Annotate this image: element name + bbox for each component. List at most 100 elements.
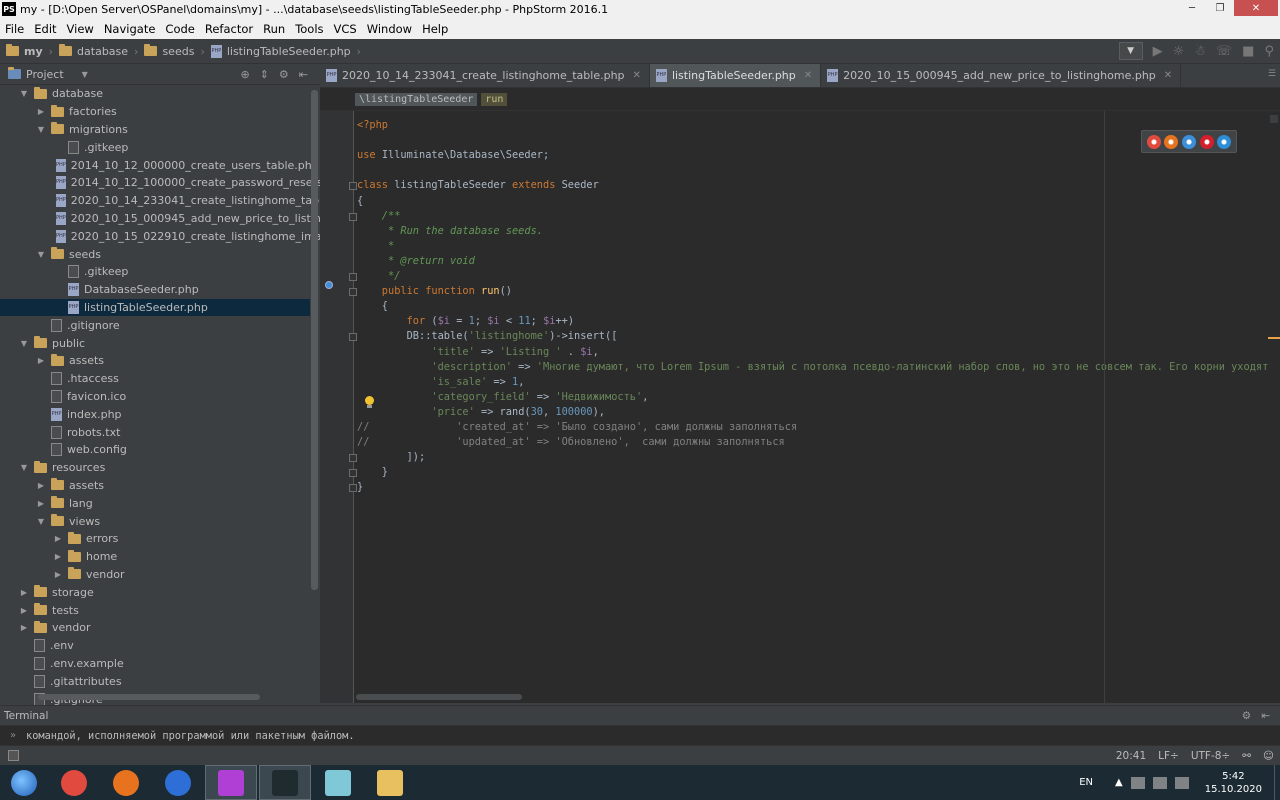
restore-button[interactable]: ❐ [1206,0,1234,16]
tree-horizontal-scrollbar[interactable] [38,694,260,700]
tree-folder-item[interactable]: ▼ views [0,512,310,530]
tree-folder-item[interactable]: ▶ vendor [0,566,310,584]
tree-folder-item[interactable]: ▼ public [0,334,310,352]
tree-file-item[interactable]: web.config [0,441,310,459]
tree-folder-item[interactable]: ▶ assets [0,352,310,370]
collapsed-arrow-icon[interactable]: ▶ [52,534,64,543]
menu-window[interactable]: Window [362,22,417,36]
expanded-arrow-icon[interactable]: ▼ [18,89,30,98]
collapsed-arrow-icon[interactable]: ▶ [35,107,47,116]
editor-vertical-scrollbar[interactable] [1268,111,1280,703]
run-icon[interactable]: ▶ [1153,44,1163,59]
nav-crumb-database[interactable]: database › [59,44,138,58]
warning-marker[interactable] [1268,337,1280,339]
hide-icon[interactable]: ⇤ [299,68,308,81]
file-encoding[interactable]: UTF-8÷ [1191,750,1230,762]
clock[interactable]: 5:42 15.10.2020 [1205,770,1262,796]
tree-file-item[interactable]: PHP 2014_10_12_100000_create_password_res… [0,174,320,192]
tree-folder-item[interactable]: ▶ factories [0,103,310,121]
collapsed-arrow-icon[interactable]: ▶ [52,570,64,579]
fold-marker-icon[interactable] [349,484,357,493]
flag-icon[interactable] [1152,776,1167,789]
fold-marker-icon[interactable] [349,333,357,342]
collapsed-arrow-icon[interactable]: ▶ [18,588,30,597]
collapsed-arrow-icon[interactable]: ▶ [18,606,30,615]
tree-file-item[interactable]: .gitignore [0,316,310,334]
taskbar-app-button[interactable] [312,765,364,800]
menu-vcs[interactable]: VCS [329,22,362,36]
menu-refactor[interactable]: Refactor [200,22,258,36]
expanded-arrow-icon[interactable]: ▼ [18,339,30,348]
input-language[interactable]: EN [1079,777,1093,788]
fold-marker-icon[interactable] [349,273,357,281]
taskbar-app-button[interactable] [100,765,152,800]
terminal-body[interactable]: » командой, исполняемой программой или п… [0,725,1280,745]
debug-icon[interactable]: ☼ [1173,44,1185,59]
volume-icon[interactable] [1174,776,1189,789]
menu-view[interactable]: View [62,22,99,36]
collapsed-arrow-icon[interactable]: ▶ [35,499,47,508]
close-tab-icon[interactable]: ✕ [804,70,812,81]
project-panel-title[interactable]: Project [26,68,64,81]
close-tab-icon[interactable]: ✕ [1164,70,1172,81]
opera-icon[interactable] [1199,134,1214,149]
collapse-icon[interactable]: ⇕ [260,68,269,81]
tree-file-item[interactable]: PHP listingTableSeeder.php [0,298,310,317]
gear-icon[interactable]: ⚙ [279,68,289,81]
caret-position[interactable]: 20:41 [1116,750,1146,762]
fold-marker-icon[interactable] [349,212,357,221]
tree-folder-item[interactable]: ▼ resources [0,459,310,477]
inspector-icon[interactable]: ☺ [1263,750,1274,762]
tree-file-item[interactable]: PHP 2014_10_12_000000_create_users_table.… [0,156,319,174]
breadcrumb-class[interactable]: \listingTableSeeder [355,92,478,106]
nav-crumb-seeds[interactable]: seeds › [144,44,205,58]
search-icon[interactable]: ⚲ [1264,44,1274,59]
fold-marker-icon[interactable] [349,288,357,297]
tree-folder-item[interactable]: ▶ assets [0,477,310,495]
editor-tab-listingtableseeder[interactable]: PHP listingTableSeeder.php ✕ [649,64,822,87]
fold-marker-icon[interactable] [349,454,357,463]
close-button[interactable]: ✕ [1234,0,1278,16]
inspection-status-icon[interactable] [1270,115,1278,123]
nav-crumb-project[interactable]: my › [6,44,53,58]
phone-icon[interactable]: ☏ [1216,44,1232,59]
tree-file-item[interactable]: PHP 2020_10_15_000945_add_new_price_to_li… [0,210,320,228]
tree-file-item[interactable]: .htaccess [0,370,310,388]
start-button[interactable] [0,765,48,800]
expanded-arrow-icon[interactable]: ▼ [35,517,47,526]
expanded-arrow-icon[interactable]: ▼ [35,125,47,134]
tab-list-icon[interactable]: ☰ [1268,69,1276,79]
expanded-arrow-icon[interactable]: ▼ [35,250,47,259]
tree-file-item[interactable]: .env.example [0,655,310,673]
tree-file-item[interactable]: robots.txt [0,423,310,441]
tree-file-item[interactable]: .env [0,637,310,655]
nav-crumb-file[interactable]: PHP listingTableSeeder.php › [210,44,361,58]
tree-file-item[interactable]: PHP index.php [0,405,310,423]
run-config-dropdown[interactable]: ▼ [1118,42,1143,60]
terminal-title[interactable]: Terminal [4,710,48,722]
taskbar-app-button[interactable] [364,765,416,800]
intention-bulb-icon[interactable] [364,396,375,409]
code-editor[interactable]: <?php use Illuminate\Database\Seeder; clas… [354,111,1280,703]
menu-run[interactable]: Run [258,22,290,36]
collapsed-arrow-icon[interactable]: ▶ [35,481,47,490]
minimize-button[interactable]: ─ [1178,0,1206,16]
tree-file-item[interactable]: .gitkeep [0,263,310,281]
tree-file-item[interactable]: .gitkeep [0,138,310,156]
tree-folder-item[interactable]: ▶ home [0,548,310,566]
safari-icon[interactable] [1181,134,1196,149]
editor-tab-create-listinghome[interactable]: PHP 2020_10_14_233041_create_listinghome… [320,64,650,87]
gear-icon[interactable]: ⚙ [1242,710,1251,722]
hide-icon[interactable]: ⇤ [1261,710,1270,722]
taskbar-app-button[interactable] [48,765,100,800]
firefox-icon[interactable] [1164,134,1179,149]
tree-file-item[interactable]: PHP DatabaseSeeder.php [0,281,310,299]
lock-icon[interactable]: ⚯ [1242,750,1251,762]
implements-method-icon[interactable] [325,281,333,289]
menu-file[interactable]: File [0,22,29,36]
chevron-down-icon[interactable]: ▼ [82,70,88,79]
tree-file-item[interactable]: favicon.ico [0,388,310,406]
network-icon[interactable] [1130,776,1145,789]
tree-folder-item[interactable]: ▼ migrations [0,121,310,139]
chrome-icon[interactable] [1146,134,1161,149]
